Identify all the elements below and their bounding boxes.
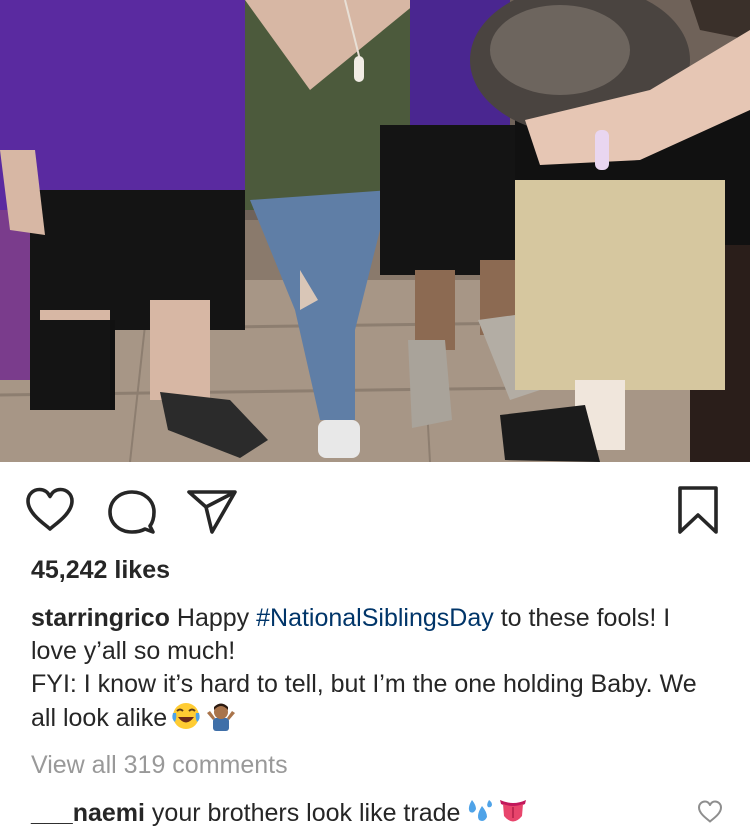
comment-like-button[interactable] xyxy=(697,800,723,824)
post-action-bar xyxy=(0,462,750,558)
comment-row: ___naemi your brothers look like trade xyxy=(31,796,631,833)
post-caption: starringrico Happy #NationalSiblingsDay … xyxy=(31,602,721,740)
save-button[interactable] xyxy=(676,485,720,535)
bookmark-icon xyxy=(678,486,718,534)
share-button[interactable] xyxy=(186,489,238,535)
comment-button[interactable] xyxy=(106,489,156,535)
comment-bubble-icon xyxy=(108,490,156,534)
caption-text-line2: FYI: I know it’s hard to tell, but I’m t… xyxy=(31,670,697,732)
caption-line-2: FYI: I know it’s hard to tell, but I’m t… xyxy=(31,668,721,740)
post-photo[interactable] xyxy=(0,0,750,462)
comment-text: your brothers look like trade xyxy=(151,799,461,827)
tongue-icon xyxy=(498,796,528,833)
face-with-tears-of-joy-icon xyxy=(171,701,201,740)
caption-text-before: Happy xyxy=(176,604,257,632)
like-button[interactable] xyxy=(25,487,75,533)
heart-icon xyxy=(698,800,722,823)
caption-hashtag[interactable]: #NationalSiblingsDay xyxy=(256,604,494,632)
paper-plane-icon xyxy=(187,490,237,534)
comment-username[interactable]: ___naemi xyxy=(31,799,145,827)
likes-count[interactable]: 45,242 likes xyxy=(31,556,170,585)
caption-line-1: starringrico Happy #NationalSiblingsDay … xyxy=(31,602,721,668)
heart-icon xyxy=(26,487,74,531)
view-all-comments-link[interactable]: View all 319 comments xyxy=(31,751,288,780)
post-photo-image xyxy=(0,0,750,462)
caption-username[interactable]: starringrico xyxy=(31,604,170,632)
sweat-droplets-icon xyxy=(464,796,494,833)
person-shrugging-icon xyxy=(205,701,237,740)
